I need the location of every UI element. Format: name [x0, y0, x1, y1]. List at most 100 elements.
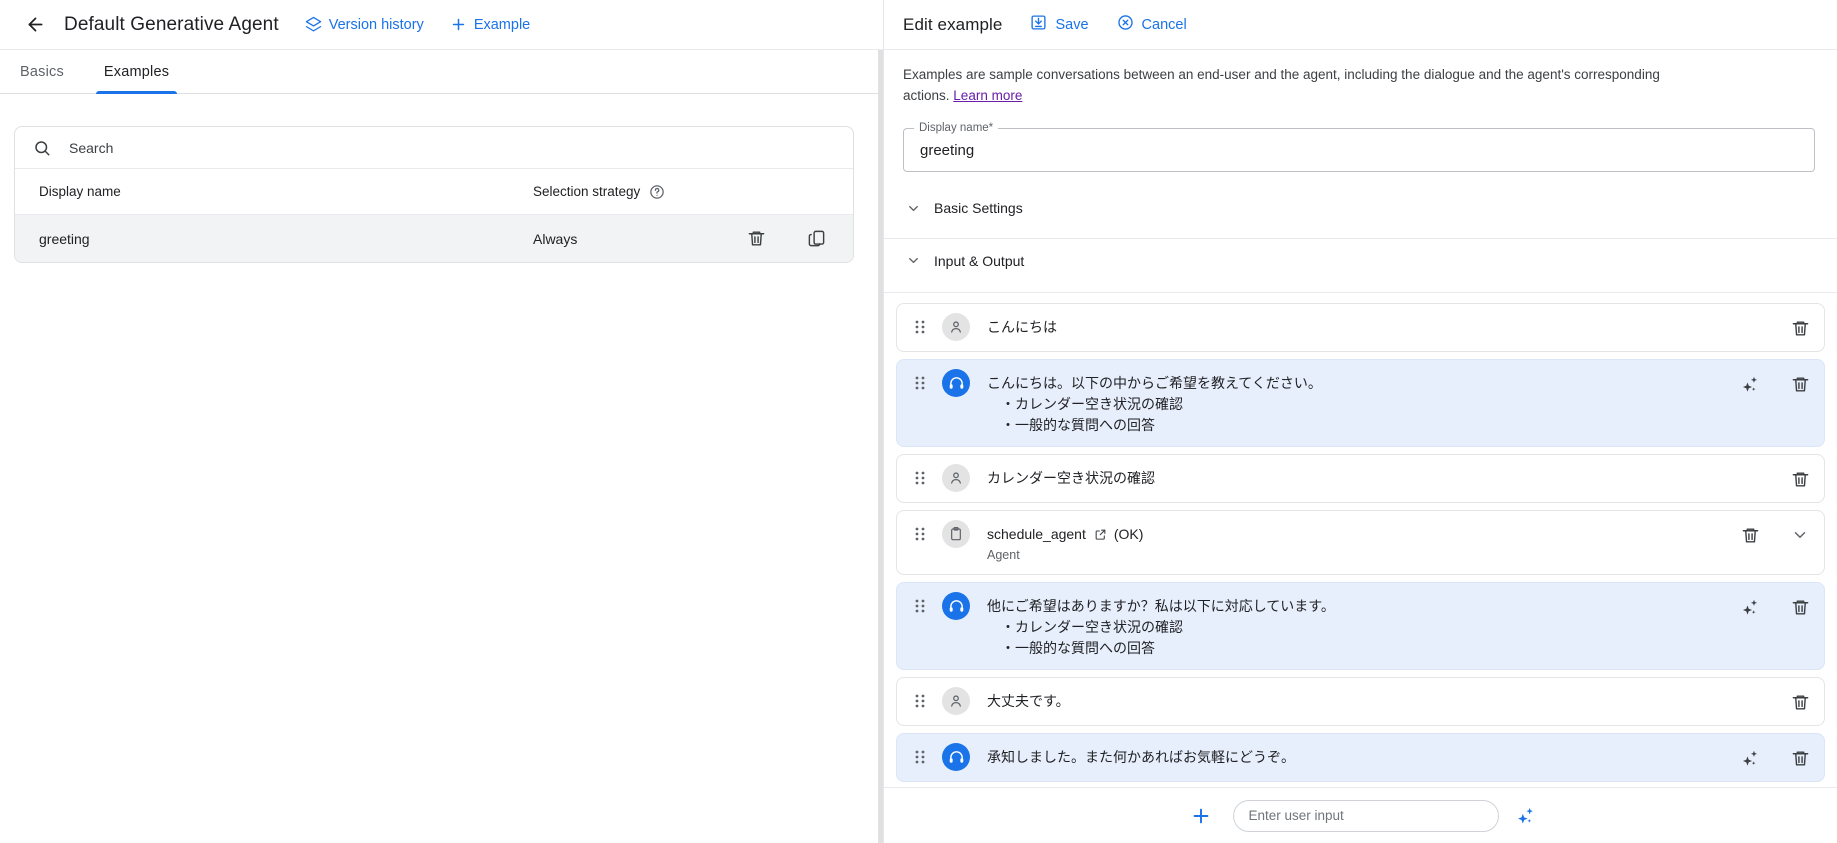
tab-basics-label: Basics: [20, 63, 64, 80]
external-link-icon[interactable]: [1094, 528, 1107, 541]
chevron-down-icon[interactable]: [1787, 522, 1813, 548]
table-row[interactable]: greeting Always: [15, 215, 853, 262]
drag-handle-icon[interactable]: [911, 371, 929, 395]
trash-icon[interactable]: [1787, 315, 1813, 341]
search-icon: [33, 139, 51, 157]
copy-icon[interactable]: [803, 226, 829, 252]
trash-icon[interactable]: [1787, 594, 1813, 620]
row-actions: [743, 226, 853, 252]
help-circle-icon[interactable]: [649, 184, 665, 200]
message-line: ・カレンダー空き状況の確認: [1001, 619, 1183, 635]
save-button[interactable]: Save: [1030, 14, 1089, 35]
headset-icon: [942, 592, 970, 620]
plus-icon: [450, 16, 467, 33]
edit-example-title: Edit example: [903, 14, 1003, 34]
drag-handle-icon[interactable]: [911, 315, 929, 339]
trash-icon[interactable]: [743, 226, 769, 252]
examples-table-card: Display name Selection strategy greeting…: [14, 126, 854, 263]
add-example-label: Example: [473, 16, 531, 33]
message-line: こんにちは: [987, 319, 1057, 335]
right-panel: Edit example Save Cancel Examples are sa…: [884, 0, 1837, 843]
chevron-down-icon: [906, 201, 921, 216]
section-basic-settings[interactable]: Basic Settings: [884, 192, 1837, 224]
conversation-row-user[interactable]: カレンダー空き状況の確認: [896, 454, 1825, 503]
row-icons: [1773, 465, 1813, 492]
message-content: 他にご希望はありますか？私は以下に対応しています。 ・カレンダー空き状況の確認 …: [987, 593, 1723, 659]
display-name-input[interactable]: [918, 129, 1800, 171]
trash-icon[interactable]: [1787, 466, 1813, 492]
section-input-output[interactable]: Input & Output: [884, 238, 1837, 282]
sparkle-icon[interactable]: [1737, 371, 1763, 397]
back-arrow-icon[interactable]: [18, 8, 52, 42]
cell-display-name: greeting: [39, 230, 90, 247]
row-icons: [1723, 593, 1813, 620]
conversation-row-agent[interactable]: こんにちは。以下の中からご希望を教えてください。 ・カレンダー空き状況の確認 ・…: [896, 359, 1825, 447]
row-icons: [1723, 521, 1813, 548]
add-turn-button[interactable]: [1186, 801, 1216, 831]
save-icon: [1030, 14, 1047, 35]
conversation-footer: [884, 787, 1837, 843]
tab-basics[interactable]: Basics: [0, 50, 84, 93]
conversation-row-user[interactable]: 大丈夫です。: [896, 677, 1825, 726]
message-line: 他にご希望はありますか？私は以下に対応しています。: [987, 598, 1335, 614]
display-name-label: Display name*: [914, 121, 999, 135]
message-content: こんにちは。以下の中からご希望を教えてください。 ・カレンダー空き状況の確認 ・…: [987, 370, 1723, 436]
conversation-row-tool[interactable]: schedule_agent (OK) Agent: [896, 510, 1825, 575]
row-icons: [1773, 314, 1813, 341]
cell-selection-strategy: Always: [533, 230, 578, 247]
message-line: 承知しました。また何かあればお気軽にどうぞ。: [987, 749, 1295, 765]
page-title: Default Generative Agent: [64, 13, 279, 35]
trash-icon[interactable]: [1787, 371, 1813, 397]
cancel-button[interactable]: Cancel: [1117, 14, 1187, 35]
message-content: 大丈夫です。: [987, 688, 1773, 712]
drag-handle-icon[interactable]: [911, 745, 929, 769]
conversation-list[interactable]: こんにちは こんにちは。以下の中からご希望を教えてください。 ・カレンダー空き状…: [884, 293, 1837, 787]
version-history-button[interactable]: Version history: [305, 16, 424, 33]
column-header-display-name: Display name: [39, 184, 121, 199]
drag-handle-icon[interactable]: [911, 522, 929, 546]
message-line: ・一般的な質問への回答: [1001, 640, 1155, 656]
tool-title-row: schedule_agent (OK): [987, 524, 1723, 545]
save-label: Save: [1055, 16, 1089, 33]
version-history-label: Version history: [328, 16, 424, 33]
display-name-field[interactable]: Display name*: [903, 121, 1815, 172]
conversation-row-user[interactable]: こんにちは: [896, 303, 1825, 352]
sparkle-icon[interactable]: [1737, 745, 1763, 771]
user-input-field[interactable]: [1232, 799, 1499, 832]
drag-handle-icon[interactable]: [911, 689, 929, 713]
panel-resize-handle[interactable]: [878, 50, 883, 843]
search-input[interactable]: [67, 127, 835, 168]
drag-handle-icon[interactable]: [911, 594, 929, 618]
section-basic-settings-label: Basic Settings: [934, 200, 1023, 216]
row-icons: [1723, 744, 1813, 771]
message-content: カレンダー空き状況の確認: [987, 465, 1773, 489]
chevron-down-icon: [906, 253, 921, 268]
cancel-circle-icon: [1117, 14, 1134, 35]
tool-status: (OK): [1113, 526, 1144, 542]
message-line: こんにちは。以下の中からご希望を教えてください。: [987, 375, 1322, 391]
conversation-row-agent[interactable]: 承知しました。また何かあればお気軽にどうぞ。: [896, 733, 1825, 782]
app-root: Default Generative Agent Version history…: [0, 0, 1837, 843]
message-content: schedule_agent (OK) Agent: [987, 521, 1723, 564]
column-header-selection-strategy: Selection strategy: [533, 184, 853, 200]
trash-icon[interactable]: [1787, 745, 1813, 771]
left-panel: Default Generative Agent Version history…: [0, 0, 884, 843]
drag-handle-icon[interactable]: [911, 466, 929, 490]
row-icons: [1723, 370, 1813, 397]
learn-more-link[interactable]: Learn more: [953, 88, 1022, 103]
headset-icon: [942, 743, 970, 771]
tab-bar: Basics Examples: [0, 50, 883, 94]
tool-subtitle: Agent: [987, 548, 1020, 562]
conversation-row-agent[interactable]: 他にご希望はありますか？私は以下に対応しています。 ・カレンダー空き状況の確認 …: [896, 582, 1825, 670]
examples-description: Examples are sample conversations betwee…: [884, 50, 1684, 106]
sparkle-icon[interactable]: [1737, 594, 1763, 620]
table-header-row: Display name Selection strategy: [15, 169, 853, 215]
sparkle-icon[interactable]: [1516, 806, 1536, 826]
person-icon: [942, 687, 970, 715]
trash-icon[interactable]: [1737, 522, 1763, 548]
tab-examples[interactable]: Examples: [84, 50, 189, 94]
add-example-button[interactable]: Example: [450, 16, 530, 33]
tab-examples-label: Examples: [103, 63, 170, 80]
trash-icon[interactable]: [1787, 689, 1813, 715]
person-icon: [942, 464, 970, 492]
